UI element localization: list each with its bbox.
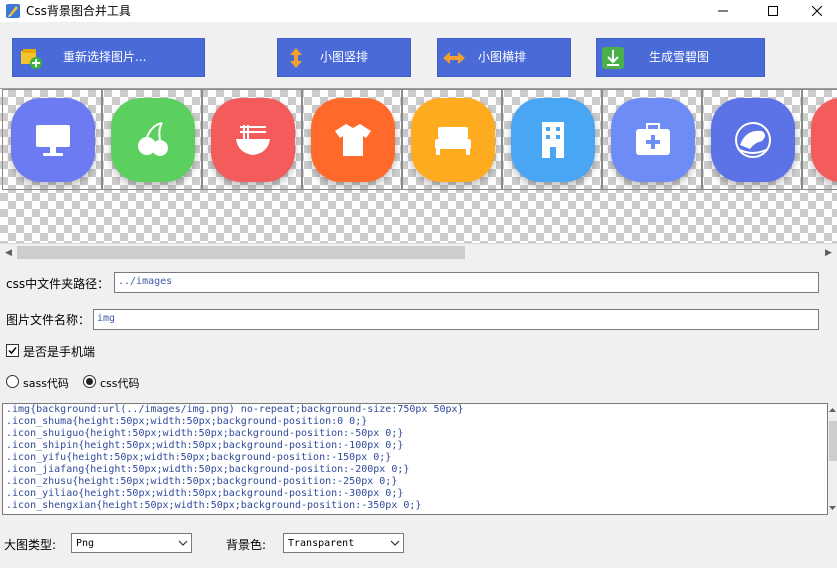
sprite-cell: [202, 89, 302, 190]
css-path-input[interactable]: ../images: [114, 272, 819, 293]
download-icon: [602, 47, 624, 69]
generate-sprite-button[interactable]: 生成雪碧图: [596, 38, 765, 77]
computer-icon: [36, 125, 70, 156]
code-line: .icon_shengxian{height:50px;width:50px;b…: [6, 500, 422, 511]
maximize-button[interactable]: [750, 0, 796, 22]
add-image-icon: [21, 49, 42, 69]
checkmark-icon: [8, 347, 17, 355]
computer-tile: [11, 98, 95, 182]
mobile-checkbox[interactable]: [6, 344, 19, 357]
scroll-left-icon[interactable]: ◀: [0, 244, 17, 261]
bgcolor-label: 背景色:: [226, 538, 267, 552]
horizontal-arrows-icon: [443, 52, 465, 64]
scroll-right-icon[interactable]: ▶: [820, 244, 837, 261]
vertical-scrollbar-thumb[interactable]: [829, 421, 837, 461]
fruit-icon: [138, 122, 168, 156]
image-name-label: 图片文件名称：: [6, 313, 91, 327]
chevron-down-icon: [390, 540, 400, 546]
building-icon: [542, 122, 564, 158]
code-line: .icon_shipin{height:50px;width:50px;back…: [6, 440, 404, 451]
minimize-button[interactable]: [700, 0, 746, 22]
shirt-icon: [335, 124, 371, 156]
sprite-cell: [302, 89, 402, 190]
app-logo-icon: [6, 4, 20, 18]
sprite-cell: [502, 89, 602, 190]
css-radio[interactable]: [83, 375, 96, 388]
vertical-layout-label: 小图竖排: [320, 50, 369, 64]
sprite-cell: [602, 89, 702, 190]
horizontal-layout-label: 小图横排: [478, 50, 527, 64]
code-line: .img{background:url(../images/img.png) n…: [6, 404, 464, 415]
vertical-layout-button[interactable]: 小图竖排: [277, 38, 411, 77]
horizontal-scrollbar[interactable]: ◀ ▶: [0, 243, 837, 260]
building-tile: [511, 98, 595, 182]
sprite-cell: [402, 89, 502, 190]
noodle-bowl-icon: [236, 125, 270, 155]
shirt-tile: [311, 98, 395, 182]
code-line: .icon_yiliao{height:50px;width:50px;back…: [6, 488, 404, 499]
minimize-icon: [718, 10, 728, 12]
scrollbar-thumb[interactable]: [17, 246, 465, 259]
window-title: Css背景图合并工具: [26, 4, 131, 18]
sprite-cell: [2, 89, 102, 190]
generate-sprite-label: 生成雪碧图: [649, 50, 710, 64]
code-line: .icon_shuiguo{height:50px;width:50px;bac…: [6, 428, 404, 439]
shrimp-tile: [711, 98, 795, 182]
sass-radio[interactable]: [6, 375, 19, 388]
code-line: .icon_yifu{height:50px;width:50px;backgr…: [6, 452, 392, 463]
title-bar: Css背景图合并工具: [0, 0, 837, 22]
image-name-input[interactable]: img: [93, 309, 819, 330]
reselect-images-label: 重新选择图片...: [63, 50, 147, 64]
sprite-cell: [702, 89, 802, 190]
bgcolor-select[interactable]: Transparent: [283, 533, 404, 553]
code-output[interactable]: .img{background:url(../images/img.png) n…: [2, 403, 828, 515]
image-type-select[interactable]: Png: [71, 533, 192, 553]
sprite-cell: [102, 89, 202, 190]
noodle-tile: [211, 98, 295, 182]
bed-icon: [435, 127, 471, 155]
image-type-label: 大图类型:: [4, 538, 57, 552]
maximize-icon: [768, 6, 778, 16]
code-line: .icon_shuma{height:50px;width:50px;backg…: [6, 416, 368, 427]
fruit-tile: [111, 98, 195, 182]
scroll-down-icon[interactable]: [828, 503, 837, 513]
css-path-label: css中文件夹路径：: [6, 277, 110, 291]
code-line: .icon_zhusu{height:50px;width:50px;backg…: [6, 476, 398, 487]
sass-label: sass代码: [23, 377, 69, 390]
close-icon: [812, 6, 822, 16]
reselect-images-button[interactable]: 重新选择图片...: [12, 38, 205, 77]
horizontal-layout-button[interactable]: 小图横排: [437, 38, 571, 77]
vertical-arrows-icon: [290, 48, 302, 68]
scroll-up-icon[interactable]: [828, 405, 837, 415]
close-button[interactable]: [794, 0, 837, 22]
mobile-label: 是否是手机端: [23, 345, 96, 359]
partial-tile: [811, 98, 837, 182]
image-type-value: Png: [76, 538, 95, 549]
chevron-down-icon: [178, 540, 188, 546]
css-label: css代码: [100, 377, 140, 390]
sprite-cell: [802, 89, 837, 190]
bgcolor-value: Transparent: [288, 538, 355, 549]
sprite-preview: [0, 88, 837, 243]
code-line: .icon_jiafang{height:50px;width:50px;bac…: [6, 464, 410, 475]
bed-tile: [411, 98, 495, 182]
shrimp-icon: [735, 122, 771, 158]
medical-kit-icon: [636, 123, 670, 155]
medical-tile: [611, 98, 695, 182]
vertical-scrollbar[interactable]: [828, 403, 837, 515]
